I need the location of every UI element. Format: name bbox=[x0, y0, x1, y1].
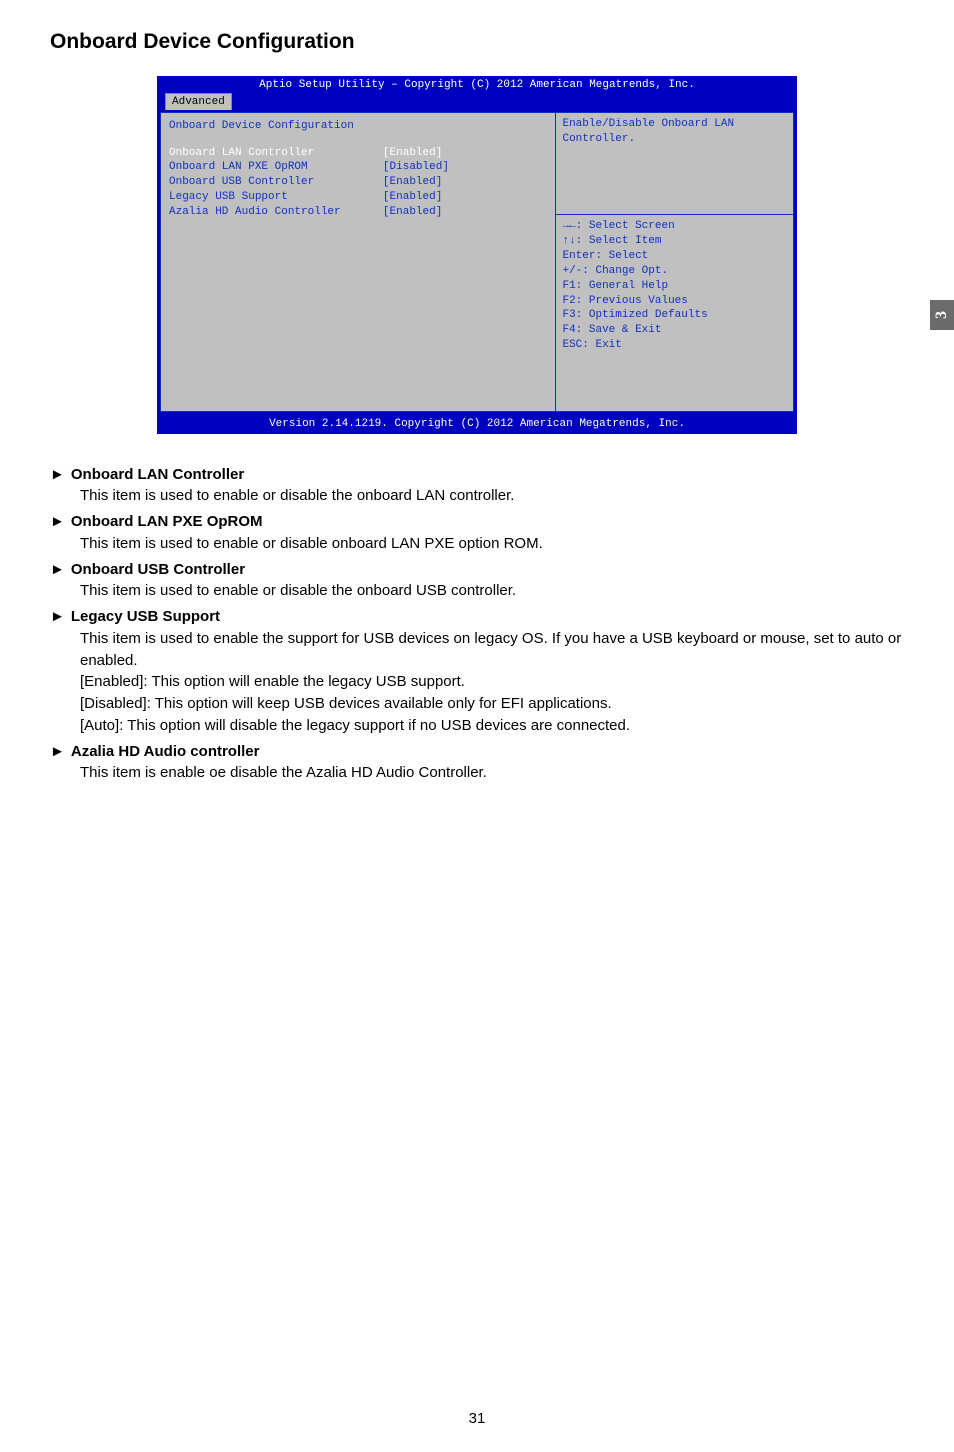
bios-help-line: +/-: Change Opt. bbox=[562, 264, 787, 279]
bios-section-title: Onboard Device Configuration bbox=[169, 119, 547, 134]
content-body: ►Onboard LAN ControllerThis item is used… bbox=[50, 464, 904, 785]
content-heading-row: ► Azalia HD Audio controller bbox=[50, 741, 904, 763]
content-line: This item is used to enable or disable t… bbox=[50, 580, 904, 602]
bios-row[interactable]: Onboard LAN Controller[Enabled] bbox=[169, 146, 547, 161]
bios-row-label: Azalia HD Audio Controller bbox=[169, 205, 383, 220]
content-line: This item is enable oe disable the Azali… bbox=[50, 762, 904, 784]
bios-row-value: [Enabled] bbox=[383, 146, 548, 161]
page-title: Onboard Device Configuration bbox=[50, 30, 904, 54]
bios-row-label: Legacy USB Support bbox=[169, 190, 383, 205]
bios-tab-advanced[interactable]: Advanced bbox=[165, 93, 232, 110]
bios-help-line: ↑↓: Select Item bbox=[562, 234, 787, 249]
triangle-icon: ► bbox=[50, 741, 65, 763]
bios-help-line: →←: Select Screen bbox=[562, 219, 787, 234]
content-line: [Disabled]: This option will keep USB de… bbox=[50, 693, 904, 715]
content-heading-row: ► Onboard USB Controller bbox=[50, 559, 904, 581]
triangle-icon: ► bbox=[50, 606, 65, 628]
bios-header: Aptio Setup Utility – Copyright (C) 2012… bbox=[157, 76, 797, 93]
content-heading: Azalia HD Audio controller bbox=[71, 741, 260, 763]
content-heading: Onboard LAN PXE OpROM bbox=[71, 511, 263, 533]
bios-left-pane: Onboard Device Configuration Onboard LAN… bbox=[160, 112, 555, 412]
content-heading-row: ► Onboard LAN Controller bbox=[50, 464, 904, 486]
bios-row[interactable]: Legacy USB Support[Enabled] bbox=[169, 190, 547, 205]
side-tab: 3 bbox=[930, 300, 954, 330]
bios-window: Aptio Setup Utility – Copyright (C) 2012… bbox=[157, 76, 797, 434]
bios-row[interactable]: Onboard USB Controller[Enabled] bbox=[169, 175, 547, 190]
triangle-icon: ► bbox=[50, 559, 65, 581]
bios-help-pane: →←: Select Screen↑↓: Select ItemEnter: S… bbox=[556, 215, 793, 410]
content-line: [Enabled]: This option will enable the l… bbox=[50, 671, 904, 693]
content-line: [Auto]: This option will disable the leg… bbox=[50, 715, 904, 737]
bios-row-value: [Enabled] bbox=[383, 175, 548, 190]
content-heading-row: ► Onboard LAN PXE OpROM bbox=[50, 511, 904, 533]
bios-description: Enable/Disable Onboard LAN Controller. bbox=[562, 117, 787, 147]
content-line: This item is used to enable or disable o… bbox=[50, 533, 904, 555]
bios-row-value: [Enabled] bbox=[383, 205, 548, 220]
content-line: This item is used to enable the support … bbox=[50, 628, 904, 672]
bios-row-value: [Disabled] bbox=[383, 160, 548, 175]
page-number: 31 bbox=[0, 1410, 954, 1427]
bios-help-line: ESC: Exit bbox=[562, 338, 787, 353]
bios-row-label: Onboard LAN Controller bbox=[169, 146, 383, 161]
bios-help-line: Enter: Select bbox=[562, 249, 787, 264]
bios-row[interactable]: Azalia HD Audio Controller[Enabled] bbox=[169, 205, 547, 220]
bios-row-label: Onboard LAN PXE OpROM bbox=[169, 160, 383, 175]
bios-row-value: [Enabled] bbox=[383, 190, 548, 205]
bios-row-label: Onboard USB Controller bbox=[169, 175, 383, 190]
bios-footer: Version 2.14.1219. Copyright (C) 2012 Am… bbox=[157, 415, 797, 434]
triangle-icon: ► bbox=[50, 464, 65, 486]
content-heading: Onboard USB Controller bbox=[71, 559, 245, 581]
bios-row[interactable]: Onboard LAN PXE OpROM[Disabled] bbox=[169, 160, 547, 175]
bios-help-line: F4: Save & Exit bbox=[562, 323, 787, 338]
bios-help-line: F2: Previous Values bbox=[562, 294, 787, 309]
content-heading: Legacy USB Support bbox=[71, 606, 220, 628]
bios-tabbar: Advanced bbox=[157, 93, 797, 112]
content-heading-row: ► Legacy USB Support bbox=[50, 606, 904, 628]
triangle-icon: ► bbox=[50, 511, 65, 533]
bios-description-pane: Enable/Disable Onboard LAN Controller. bbox=[556, 113, 793, 216]
bios-help-line: F1: General Help bbox=[562, 279, 787, 294]
content-heading: Onboard LAN Controller bbox=[71, 464, 244, 486]
bios-help-line: F3: Optimized Defaults bbox=[562, 308, 787, 323]
content-line: This item is used to enable or disable t… bbox=[50, 485, 904, 507]
